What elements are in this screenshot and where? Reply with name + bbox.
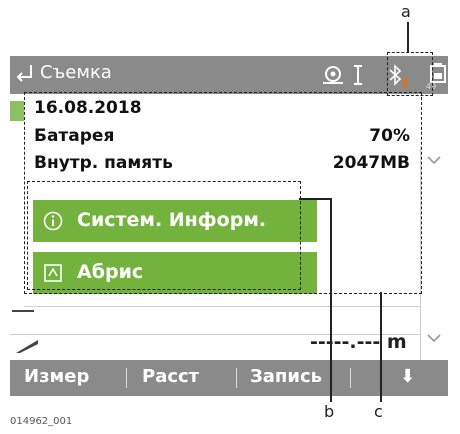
callout-label-a: a xyxy=(401,2,411,21)
underlying-measurement-row xyxy=(10,306,420,334)
softkey-divider xyxy=(126,368,127,388)
figure-code: 014962_001 xyxy=(10,416,73,427)
callout-label-b: b xyxy=(324,402,335,421)
underlying-scroll-column[interactable] xyxy=(420,146,448,360)
title-bar: Съемка 49 xyxy=(10,56,448,94)
softkey-measure[interactable]: Измер xyxy=(24,366,89,387)
chevron-down-icon[interactable] xyxy=(424,328,444,348)
distance-value: -----.--- m xyxy=(310,331,407,353)
leader-line-c xyxy=(380,292,382,402)
softkey-divider xyxy=(350,368,351,388)
camera-target-icon xyxy=(323,66,343,84)
back-arrow-icon[interactable] xyxy=(16,63,34,83)
leader-line-b-horizontal xyxy=(299,198,331,200)
underlying-tab-indicator xyxy=(10,101,24,121)
softkey-down-arrow[interactable]: ⬇ xyxy=(400,366,415,387)
chevron-down-icon[interactable] xyxy=(424,150,444,170)
softkey-divider xyxy=(236,368,237,388)
leader-line-a xyxy=(407,22,409,52)
leader-line-b xyxy=(330,198,332,402)
page-title: Съемка xyxy=(40,62,112,83)
prism-pole-icon xyxy=(354,65,362,85)
softkey-distance[interactable]: Расст xyxy=(142,366,199,387)
callout-box-a xyxy=(387,52,433,96)
softkey-record[interactable]: Запись xyxy=(250,366,322,387)
row-marker xyxy=(12,310,34,312)
callout-label-c: c xyxy=(374,402,383,421)
softkey-bar: Измер Расст Запись ⬇ xyxy=(10,360,448,396)
callout-box-b xyxy=(27,181,301,290)
slope-icon xyxy=(16,340,38,353)
